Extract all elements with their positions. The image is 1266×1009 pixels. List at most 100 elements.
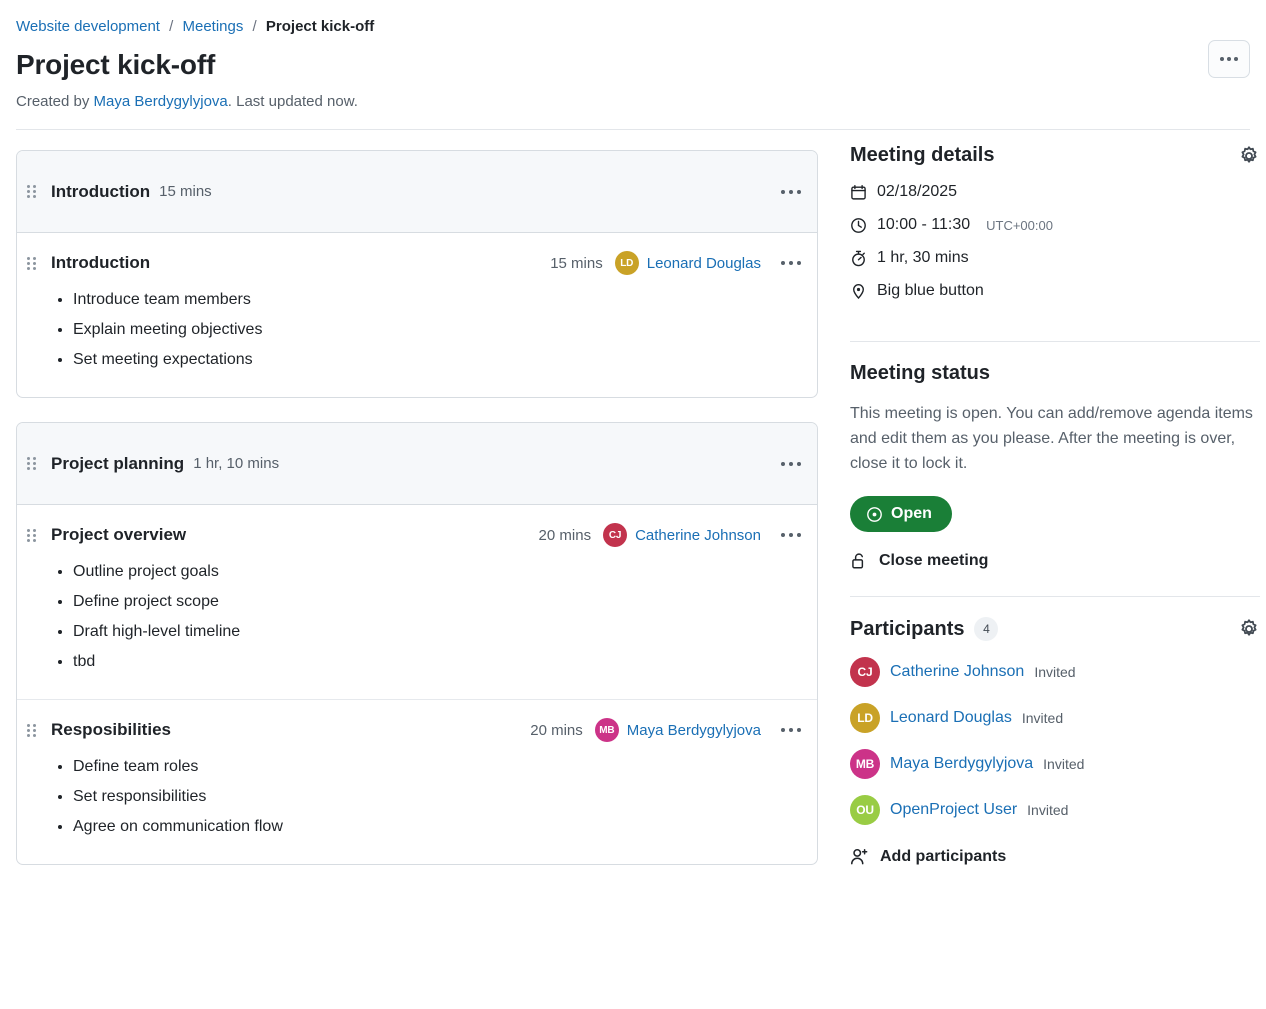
title-row: Project kick-off [16, 40, 1250, 82]
participant-name[interactable]: Leonard Douglas [890, 709, 1012, 727]
agenda-section-title: Introduction [51, 181, 151, 201]
sidebar-divider-2 [850, 596, 1260, 597]
dot-icon [781, 461, 785, 466]
list-item: Set responsibilities [73, 782, 803, 812]
participants-header: Participants 4 [850, 617, 1260, 641]
content-body: Introduction 15 mins Introduction 15 min… [0, 130, 1266, 889]
page-more-actions-button[interactable] [1208, 40, 1250, 78]
agenda-section-more-button[interactable] [779, 456, 803, 472]
list-item: LD Leonard Douglas Invited [850, 703, 1260, 733]
sidebar: Meeting details 02/18/2025 10:00 - 11:30… [850, 130, 1260, 889]
list-item: OU OpenProject User Invited [850, 795, 1260, 825]
dot-icon [797, 261, 801, 265]
breadcrumb-current: Project kick-off [265, 18, 375, 35]
created-by-user-link[interactable]: Maya Berdygylyjova [94, 93, 228, 110]
meeting-status-description: This meeting is open. You can add/remove… [850, 405, 1253, 472]
agenda-section: Project planning 1 hr, 10 mins Project o… [16, 422, 818, 865]
status-badge[interactable]: Open [850, 496, 952, 532]
agenda-column: Introduction 15 mins Introduction 15 min… [16, 130, 818, 889]
drag-handle-icon[interactable] [27, 723, 41, 737]
page-title: Project kick-off [16, 49, 216, 80]
dot-icon [781, 533, 785, 537]
avatar[interactable]: CJ [850, 657, 880, 687]
open-dot-icon [867, 506, 882, 522]
list-item: Outline project goals [73, 557, 803, 587]
created-by-line: Created by Maya Berdygylyjova. Last upda… [16, 91, 1250, 113]
drag-handle-icon[interactable] [27, 528, 41, 542]
list-item: Define team roles [73, 752, 803, 782]
agenda-item-owner-name[interactable]: Maya Berdygylyjova [627, 722, 761, 739]
agenda-section-duration: 15 mins [159, 183, 212, 200]
meeting-time: 10:00 - 11:30 [877, 216, 971, 233]
meeting-status-block: Meeting status This meeting is open. You… [850, 362, 1260, 574]
calendar-icon [850, 184, 867, 201]
agenda-item-notes: Outline project goals Define project sco… [17, 547, 817, 699]
dot-icon [1234, 57, 1238, 61]
dot-icon [797, 533, 801, 537]
breadcrumb-project[interactable]: Website development [16, 18, 160, 35]
participant-status: Invited [1027, 802, 1069, 818]
gear-icon[interactable] [1238, 618, 1260, 640]
dot-icon [781, 728, 785, 732]
dot-icon [797, 189, 801, 194]
agenda-section-more-button[interactable] [779, 184, 803, 200]
sidebar-divider-1 [850, 341, 1260, 342]
agenda-item-owner-name[interactable]: Catherine Johnson [635, 527, 761, 544]
list-item: Explain meeting objectives [73, 315, 803, 345]
agenda-section-title: Project planning [51, 453, 185, 473]
participants-title: Participants [850, 617, 965, 640]
drag-handle-icon[interactable] [27, 185, 41, 198]
agenda-item-more-button[interactable] [779, 527, 803, 543]
drag-handle-icon[interactable] [27, 457, 41, 470]
agenda-item-owner: LD Leonard Douglas [614, 251, 761, 275]
participant-name[interactable]: OpenProject User [890, 801, 1017, 819]
breadcrumb-separator-1: / [169, 18, 174, 35]
meeting-status-title: Meeting status [850, 362, 991, 384]
agenda-item-header: Resposibilities 20 mins MB Maya Berdygyl… [17, 700, 817, 742]
meeting-details-title: Meeting details [850, 144, 995, 166]
avatar[interactable]: OU [850, 795, 880, 825]
dot-icon [789, 189, 793, 194]
breadcrumb-meetings[interactable]: Meetings [183, 18, 244, 35]
participant-name[interactable]: Maya Berdygylyjova [890, 755, 1033, 773]
agenda-item-more-button[interactable] [779, 255, 803, 271]
gear-icon[interactable] [1238, 145, 1260, 167]
dot-icon [797, 461, 801, 466]
agenda-section-header[interactable]: Project planning 1 hr, 10 mins [17, 423, 817, 505]
meeting-details-header: Meeting details [850, 144, 1260, 167]
meeting-duration: 1 hr, 30 mins [877, 249, 969, 266]
list-item: Draft high-level timeline [73, 617, 803, 647]
location-pin-icon [850, 283, 867, 300]
breadcrumb-separator-2: / [252, 18, 257, 35]
participants-count-badge: 4 [974, 617, 999, 641]
last-updated-text: . Last updated now. [227, 93, 358, 110]
avatar[interactable]: MB [850, 749, 880, 779]
agenda-item-owner: MB Maya Berdygylyjova [594, 718, 761, 742]
created-by-prefix: Created by [16, 93, 94, 110]
breadcrumb: Website development / Meetings / Project… [16, 16, 1250, 38]
agenda-item-owner-name[interactable]: Leonard Douglas [647, 255, 761, 272]
meeting-location: Big blue button [877, 282, 984, 299]
agenda-item-title: Resposibilities [51, 720, 171, 739]
agenda-item: Resposibilities 20 mins MB Maya Berdygyl… [17, 700, 817, 864]
unlock-icon [850, 552, 868, 570]
dot-icon [1227, 57, 1231, 61]
agenda-item-duration: 15 mins [550, 254, 603, 272]
agenda-section-header[interactable]: Introduction 15 mins [17, 151, 817, 233]
agenda-item-more-button[interactable] [779, 722, 803, 738]
avatar[interactable]: CJ [603, 523, 628, 547]
close-meeting-button[interactable]: Close meeting [850, 552, 1260, 570]
avatar[interactable]: LD [614, 251, 639, 275]
add-participants-button[interactable]: Add participants [850, 847, 1260, 866]
list-item: MB Maya Berdygylyjova Invited [850, 749, 1260, 779]
drag-handle-icon[interactable] [27, 256, 41, 270]
avatar[interactable]: LD [850, 703, 880, 733]
agenda-item-notes: Define team roles Set responsibilities A… [17, 742, 817, 864]
participant-name[interactable]: Catherine Johnson [890, 663, 1024, 681]
avatar[interactable]: MB [594, 718, 619, 742]
participant-status: Invited [1021, 710, 1064, 726]
meeting-date-row: 02/18/2025 [850, 183, 1260, 201]
dot-icon [789, 728, 793, 732]
list-item: CJ Catherine Johnson Invited [850, 657, 1260, 687]
agenda-section-duration: 1 hr, 10 mins [193, 455, 280, 472]
